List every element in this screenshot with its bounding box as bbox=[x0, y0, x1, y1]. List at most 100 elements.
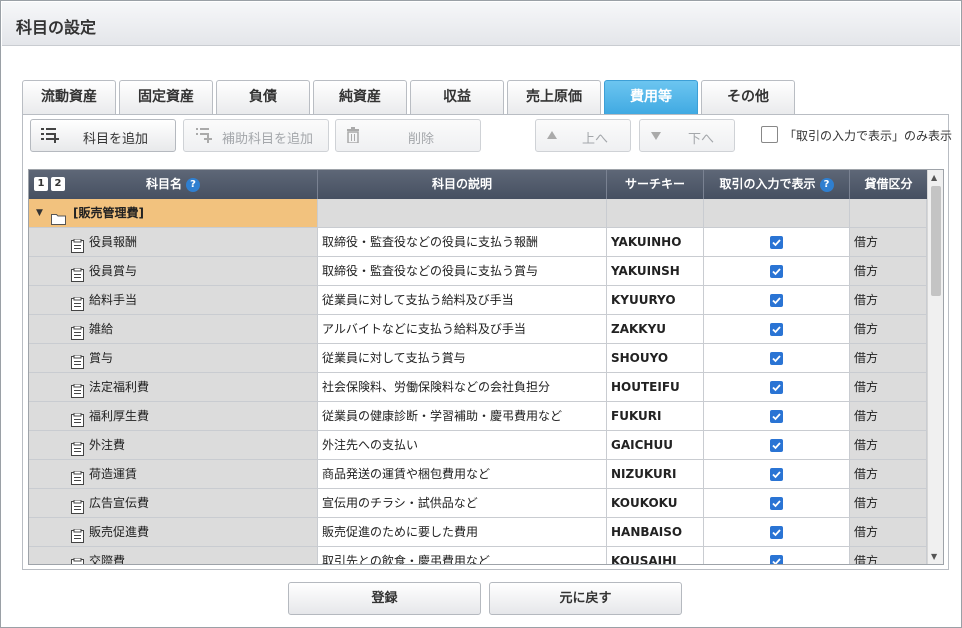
help-icon[interactable]: ? bbox=[819, 177, 834, 192]
account-description[interactable]: 従業員に対して支払う給料及び手当 bbox=[318, 286, 607, 314]
show-in-entry-checkbox[interactable] bbox=[770, 468, 783, 481]
account-description[interactable]: 販売促進のために要した費用 bbox=[318, 518, 607, 546]
account-name-cell[interactable]: 役員報酬 bbox=[29, 228, 318, 256]
column-header-show-in-entry[interactable]: 取引の入力で表示? bbox=[704, 170, 850, 199]
account-name-cell[interactable]: 雑給 bbox=[29, 315, 318, 343]
account-search-key[interactable]: FUKURI bbox=[607, 402, 704, 430]
triangle-up-icon bbox=[546, 129, 558, 144]
table-row[interactable]: 広告宣伝費 宣伝用のチラシ・試供品など KOUKOKU 借方 bbox=[29, 489, 927, 518]
column-header-search-key[interactable]: サーチキー bbox=[607, 170, 704, 199]
move-up-label: 上へ bbox=[582, 132, 609, 147]
table-row[interactable]: 法定福利費 社会保険料、労働保険料などの会社負担分 HOUTEIFU 借方 bbox=[29, 373, 927, 402]
show-in-entry-cell bbox=[704, 286, 850, 314]
account-search-key[interactable]: ZAKKYU bbox=[607, 315, 704, 343]
add-sub-account-button[interactable]: 補助科目を追加 bbox=[183, 119, 329, 152]
account-name-cell[interactable]: 給料手当 bbox=[29, 286, 318, 314]
table-row[interactable]: 給料手当 従業員に対して支払う給料及び手当 KYUURYO 借方 bbox=[29, 286, 927, 315]
tab-net-assets[interactable]: 純資産 bbox=[313, 80, 407, 115]
account-description[interactable]: 従業員に対して支払う賞与 bbox=[318, 344, 607, 372]
account-description[interactable]: 外注先への支払い bbox=[318, 431, 607, 459]
group-row[interactable]: ▼ [販売管理費] bbox=[29, 199, 927, 228]
tab-other[interactable]: その他 bbox=[701, 80, 795, 115]
move-up-button[interactable]: 上へ bbox=[535, 119, 631, 152]
show-in-entry-checkbox[interactable] bbox=[770, 497, 783, 510]
account-name-cell[interactable]: 賞与 bbox=[29, 344, 318, 372]
account-document-icon bbox=[71, 293, 84, 311]
account-division: 借方 bbox=[850, 228, 927, 256]
move-down-button[interactable]: 下へ bbox=[639, 119, 735, 152]
tab-fixed-assets[interactable]: 固定資産 bbox=[119, 80, 213, 115]
vertical-scrollbar[interactable]: ▲ ▼ bbox=[927, 170, 943, 564]
show-in-entry-checkbox[interactable] bbox=[770, 381, 783, 394]
show-in-entry-checkbox[interactable] bbox=[770, 352, 783, 365]
table-row[interactable]: 賞与 従業員に対して支払う賞与 SHOUYO 借方 bbox=[29, 344, 927, 373]
account-description[interactable]: 宣伝用のチラシ・試供品など bbox=[318, 489, 607, 517]
scrollbar-thumb[interactable] bbox=[931, 186, 941, 296]
account-description[interactable]: アルバイトなどに支払う給料及び手当 bbox=[318, 315, 607, 343]
show-in-entry-checkbox[interactable] bbox=[770, 555, 783, 564]
account-description[interactable]: 取引先との飲食・慶弔費用など bbox=[318, 547, 607, 564]
account-search-key[interactable]: KOUKOKU bbox=[607, 489, 704, 517]
show-only-checkbox[interactable] bbox=[761, 126, 778, 143]
show-in-entry-checkbox[interactable] bbox=[770, 526, 783, 539]
account-name-cell[interactable]: 役員賞与 bbox=[29, 257, 318, 285]
account-name-cell[interactable]: 荷造運賃 bbox=[29, 460, 318, 488]
account-search-key[interactable]: NIZUKURI bbox=[607, 460, 704, 488]
account-search-key[interactable]: KYUURYO bbox=[607, 286, 704, 314]
delete-button[interactable]: 削除 bbox=[335, 119, 481, 152]
column-header-name[interactable]: 1 2 科目名? bbox=[29, 170, 318, 199]
show-in-entry-checkbox[interactable] bbox=[770, 236, 783, 249]
account-description[interactable]: 従業員の健康診断・学習補助・慶弔費用など bbox=[318, 402, 607, 430]
table-row[interactable]: 役員賞与 取締役・監査役などの役員に支払う賞与 YAKUINSH 借方 bbox=[29, 257, 927, 286]
table-row[interactable]: 福利厚生費 従業員の健康診断・学習補助・慶弔費用など FUKURI 借方 bbox=[29, 402, 927, 431]
register-button[interactable]: 登録 bbox=[288, 582, 481, 615]
account-search-key[interactable]: SHOUYO bbox=[607, 344, 704, 372]
table-row[interactable]: 役員報酬 取締役・監査役などの役員に支払う報酬 YAKUINHO 借方 bbox=[29, 228, 927, 257]
scroll-down-arrow-icon[interactable]: ▼ bbox=[931, 552, 937, 561]
account-name-cell[interactable]: 法定福利費 bbox=[29, 373, 318, 401]
revert-button[interactable]: 元に戻す bbox=[489, 582, 682, 615]
column-header-dc-division[interactable]: 貸借区分 bbox=[850, 170, 927, 199]
column-header-description[interactable]: 科目の説明 bbox=[318, 170, 607, 199]
account-search-key[interactable]: HANBAISO bbox=[607, 518, 704, 546]
account-description[interactable]: 取締役・監査役などの役員に支払う賞与 bbox=[318, 257, 607, 285]
expand-triangle-icon[interactable]: ▼ bbox=[36, 199, 43, 227]
grid-body: ▼ [販売管理費] 役員報酬 取締役・監査役などの役員に支払う報酬 YAKUINHO… bbox=[29, 199, 927, 564]
show-in-entry-checkbox[interactable] bbox=[770, 323, 783, 336]
table-row[interactable]: 荷造運賃 商品発送の運賃や梱包費用など NIZUKURI 借方 bbox=[29, 460, 927, 489]
account-name-cell[interactable]: 外注費 bbox=[29, 431, 318, 459]
account-name-cell[interactable]: 福利厚生費 bbox=[29, 402, 318, 430]
table-row[interactable]: 雑給 アルバイトなどに支払う給料及び手当 ZAKKYU 借方 bbox=[29, 315, 927, 344]
account-search-key[interactable]: YAKUINSH bbox=[607, 257, 704, 285]
tab-cost-of-sales[interactable]: 売上原価 bbox=[507, 80, 601, 115]
table-row[interactable]: 交際費 取引先との飲食・慶弔費用など KOUSAIHI 借方 bbox=[29, 547, 927, 564]
sort-level-2-chip[interactable]: 2 bbox=[51, 177, 65, 191]
show-in-entry-checkbox[interactable] bbox=[770, 265, 783, 278]
tab-liabilities[interactable]: 負債 bbox=[216, 80, 310, 115]
scroll-up-arrow-icon[interactable]: ▲ bbox=[931, 173, 937, 182]
tab-revenue[interactable]: 収益 bbox=[410, 80, 504, 115]
account-name-cell[interactable]: 広告宣伝費 bbox=[29, 489, 318, 517]
table-row[interactable]: 外注費 外注先への支払い GAICHUU 借方 bbox=[29, 431, 927, 460]
category-tabs: 流動資産 固定資産 負債 純資産 収益 売上原価 費用等 その他 bbox=[22, 80, 949, 115]
show-in-entry-checkbox[interactable] bbox=[770, 294, 783, 307]
show-in-entry-checkbox[interactable] bbox=[770, 439, 783, 452]
account-name: 外注費 bbox=[89, 438, 126, 452]
tab-expenses[interactable]: 費用等 bbox=[604, 80, 698, 115]
group-name-cell[interactable]: ▼ [販売管理費] bbox=[29, 199, 318, 227]
account-name-cell[interactable]: 販売促進費 bbox=[29, 518, 318, 546]
account-description[interactable]: 取締役・監査役などの役員に支払う報酬 bbox=[318, 228, 607, 256]
help-icon[interactable]: ? bbox=[186, 177, 200, 192]
account-description[interactable]: 社会保険料、労働保険料などの会社負担分 bbox=[318, 373, 607, 401]
account-name-cell[interactable]: 交際費 bbox=[29, 547, 318, 564]
account-search-key[interactable]: HOUTEIFU bbox=[607, 373, 704, 401]
account-search-key[interactable]: KOUSAIHI bbox=[607, 547, 704, 564]
table-row[interactable]: 販売促進費 販売促進のために要した費用 HANBAISO 借方 bbox=[29, 518, 927, 547]
add-account-button[interactable]: 科目を追加 bbox=[30, 119, 176, 152]
sort-level-1-chip[interactable]: 1 bbox=[34, 177, 48, 191]
show-in-entry-checkbox[interactable] bbox=[770, 410, 783, 423]
account-search-key[interactable]: YAKUINHO bbox=[607, 228, 704, 256]
account-description[interactable]: 商品発送の運賃や梱包費用など bbox=[318, 460, 607, 488]
account-search-key[interactable]: GAICHUU bbox=[607, 431, 704, 459]
tab-current-assets[interactable]: 流動資産 bbox=[22, 80, 116, 115]
